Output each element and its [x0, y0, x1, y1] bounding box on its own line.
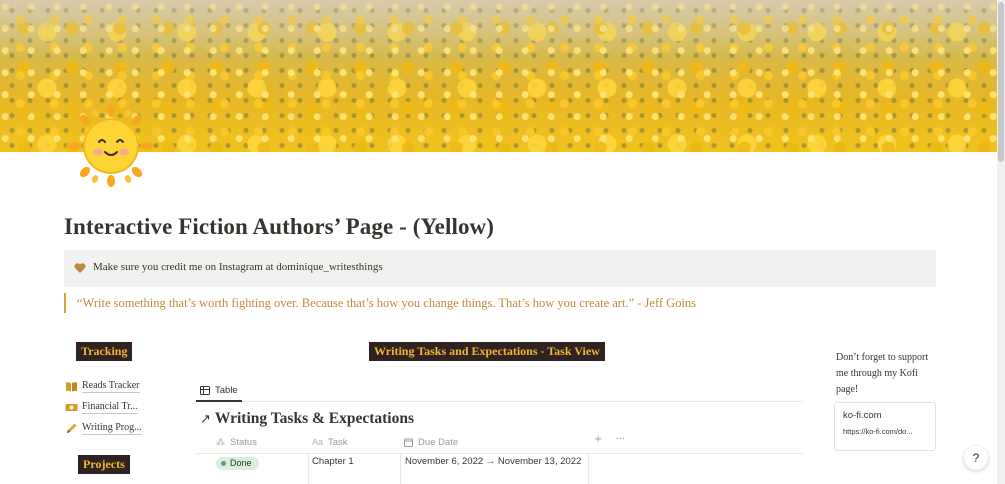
more-options-button[interactable]: ···	[616, 434, 626, 445]
due-date-cell[interactable]: November 6, 2022 → November 13, 2022	[405, 456, 581, 467]
help-button[interactable]: ?	[964, 446, 988, 470]
status-badge[interactable]: Done	[216, 457, 259, 470]
task-cell[interactable]: Chapter 1	[312, 456, 354, 467]
column-divider	[308, 454, 309, 484]
tab-label: Table	[215, 384, 238, 396]
status-dot	[221, 461, 226, 466]
tab-table[interactable]: Table	[196, 380, 242, 402]
link-writing-progress[interactable]: Writing Prog...	[65, 420, 142, 436]
tracking-heading: Tracking	[76, 342, 133, 361]
scrollbar[interactable]	[997, 0, 1005, 484]
open-book-icon	[66, 381, 77, 391]
callout-block[interactable]: Make sure you credit me on Instagram at …	[64, 250, 936, 287]
link-label: Financial Tr...	[82, 401, 138, 414]
task-view-heading: Writing Tasks and Expectations - Task Vi…	[369, 342, 605, 361]
view-tabs: Table	[196, 380, 803, 402]
link-reads-tracker[interactable]: Reads Tracker	[65, 378, 140, 394]
quote-block[interactable]: “Write something that’s worth fighting o…	[64, 293, 936, 313]
calendar-icon	[404, 438, 413, 447]
column-divider	[400, 454, 401, 484]
status-icon: ⁂	[216, 436, 225, 447]
database-title-text: Writing Tasks & Expectations	[214, 410, 415, 427]
table-icon	[200, 385, 210, 395]
money-icon	[65, 403, 78, 411]
link-financial-tracker[interactable]: Financial Tr...	[65, 399, 138, 415]
database-title[interactable]: ↗ Writing Tasks & Expectations	[200, 410, 414, 428]
kofi-bookmark[interactable]: ko-fi.com https://ko-fi.com/do...	[834, 402, 936, 451]
kofi-note: Don’t forget to support me through my Ko…	[836, 352, 929, 395]
scrollbar-thumb[interactable]	[998, 2, 1004, 162]
link-arrow-icon: ↗	[200, 411, 211, 427]
column-due-date[interactable]: Due Date	[404, 434, 458, 450]
page-title[interactable]: Interactive Fiction Authors’ Page - (Yel…	[64, 214, 494, 240]
column-tools: + ···	[594, 434, 635, 445]
link-label: Writing Prog...	[82, 422, 142, 435]
column-status[interactable]: ⁂ Status	[216, 434, 257, 450]
heart-icon	[74, 263, 86, 273]
column-task[interactable]: Aa Task	[312, 434, 348, 450]
quote-text[interactable]: “Write something that’s worth fighting o…	[77, 296, 696, 310]
smiling-sun-icon[interactable]	[68, 104, 154, 188]
header-divider	[196, 453, 803, 454]
column-divider	[588, 454, 589, 484]
pencil-icon	[67, 423, 77, 433]
status-label: Done	[230, 458, 252, 468]
bookmark-url: https://ko-fi.com/do...	[843, 427, 913, 436]
callout-text[interactable]: Make sure you credit me on Instagram at …	[93, 261, 383, 273]
bookmark-title: ko-fi.com	[843, 410, 882, 421]
column-label: Status	[230, 436, 257, 448]
column-label: Due Date	[418, 436, 459, 448]
add-property-button[interactable]: +	[594, 434, 602, 445]
projects-heading: Projects	[78, 455, 130, 474]
text-property-icon: Aa	[312, 437, 324, 447]
link-label: Reads Tracker	[82, 380, 140, 393]
column-label: Task	[328, 436, 348, 448]
